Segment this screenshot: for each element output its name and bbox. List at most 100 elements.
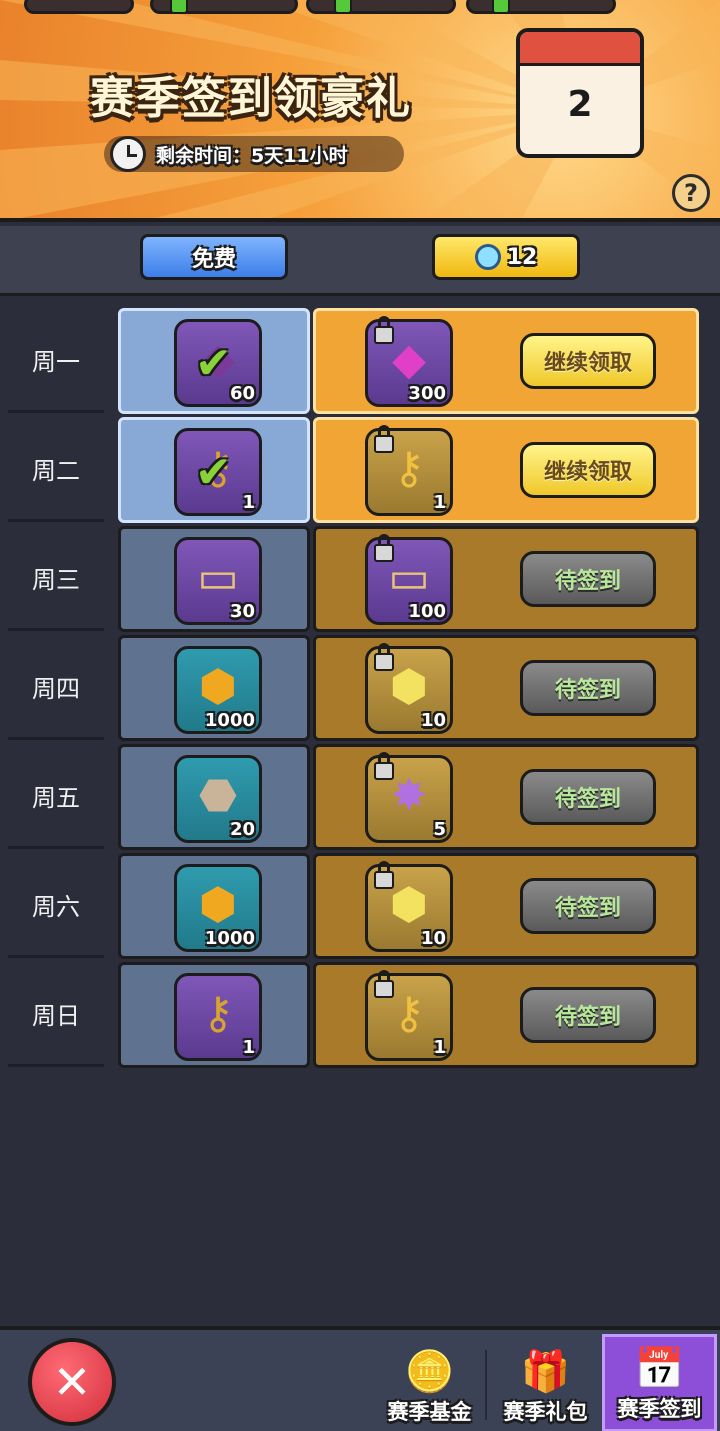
gift-chest-icon: 🎁 (520, 1349, 571, 1395)
free-reward-cell[interactable]: ◆ ✔ 60 (118, 308, 310, 414)
free-reward-qty: 20 (229, 819, 255, 840)
day-label: 周三 (8, 526, 104, 631)
purple-shard-icon: ✸ (390, 769, 428, 821)
yellow-crystal-icon: ⬢ (389, 660, 429, 712)
ticket-icon: ▭ (197, 551, 239, 603)
key-icon: ⚷ (201, 987, 235, 1039)
nav-season-checkin-label: 赛季签到 (617, 1397, 702, 1421)
nav-season-pack-label: 赛季礼包 (503, 1400, 588, 1424)
lock-icon (374, 861, 394, 889)
pending-checkin-button[interactable]: 待签到 (520, 660, 656, 716)
clock-icon (110, 136, 146, 172)
pending-checkin-button[interactable]: 待签到 (520, 987, 656, 1043)
premium-reward-item[interactable]: ⬢ 10 (365, 643, 453, 734)
nav-separator (485, 1350, 487, 1420)
check-icon: ✔ (195, 338, 232, 389)
free-reward-qty: 30 (229, 601, 255, 622)
pending-checkin-button[interactable]: 待签到 (520, 878, 656, 934)
add-resource-icon[interactable] (170, 0, 188, 14)
resource-pill-4 (466, 0, 616, 14)
premium-reward-cell: ⬢ 10 待签到 (313, 853, 699, 959)
pending-checkin-button[interactable]: 待签到 (520, 769, 656, 825)
premium-reward-qty: 100 (408, 601, 446, 622)
free-reward-item[interactable]: ▭ 30 (174, 537, 262, 625)
checkin-row: 周日 ⚷ 1 ⚷ 1 待签到 (0, 962, 720, 1071)
premium-reward-qty: 5 (433, 819, 446, 840)
day-label: 周四 (8, 635, 104, 740)
day-label: 周五 (8, 744, 104, 849)
golden-key-icon: ⚷ (392, 442, 426, 494)
checkin-row: 周五 ⬣ 20 ✸ 5 待签到 (0, 744, 720, 853)
golden-key-icon: ⚷ (392, 987, 426, 1039)
calendar-check-icon: 📅 (634, 1346, 685, 1392)
premium-reward-item[interactable]: ⚷ 1 (365, 425, 453, 516)
lock-icon (374, 534, 394, 562)
premium-reward-cell: ✸ 5 待签到 (313, 744, 699, 850)
free-reward-item[interactable]: ⬢ 1000 (174, 646, 262, 734)
premium-reward-qty: 300 (408, 383, 446, 404)
premium-reward-cell: ⚷ 1 待签到 (313, 962, 699, 1068)
calendar-day-number: 2 (567, 84, 593, 125)
premium-reward-qty: 10 (420, 710, 446, 731)
free-reward-cell[interactable]: ⬢ 1000 (118, 853, 310, 959)
lock-icon (374, 316, 394, 344)
premium-track-badge[interactable]: 12 (432, 234, 580, 280)
checkin-row: 周六 ⬢ 1000 ⬢ 10 待签到 (0, 853, 720, 962)
calendar-top (520, 32, 640, 66)
premium-reward-item[interactable]: ✸ 5 (365, 752, 453, 843)
pink-gem-icon: ◆ (392, 333, 426, 385)
premium-reward-item[interactable]: ⚷ 1 (365, 970, 453, 1061)
premium-reward-item[interactable]: ◆ 300 (365, 316, 453, 407)
free-reward-item[interactable]: ⬣ 20 (174, 755, 262, 843)
free-reward-cell[interactable]: ⚷ ✔ 1 (118, 417, 310, 523)
checkin-row: 周四 ⬢ 1000 ⬢ 10 待签到 (0, 635, 720, 744)
add-resource-icon[interactable] (334, 0, 352, 14)
free-reward-cell[interactable]: ▭ 30 (118, 526, 310, 632)
premium-reward-qty: 1 (433, 1037, 446, 1058)
calendar-day-counter: 2 (516, 28, 644, 158)
gold-coin-icon: ⬢ (198, 878, 238, 930)
reward-track-header: 免费 12 (0, 226, 720, 296)
close-button[interactable]: ✕ (28, 1338, 116, 1426)
free-reward-qty: 1 (242, 1037, 255, 1058)
free-reward-item[interactable]: ◆ ✔ 60 (174, 319, 262, 407)
lock-icon (374, 752, 394, 780)
premium-cost: 12 (506, 244, 538, 270)
premium-reward-qty: 10 (420, 928, 446, 949)
lock-icon (374, 425, 394, 453)
checkin-row: 周一 ◆ ✔ 60 ◆ 300 继续领取 (0, 308, 720, 417)
day-label: 周日 (8, 962, 104, 1067)
nav-season-pack[interactable]: 🎁 赛季礼包 (488, 1334, 603, 1431)
free-reward-item[interactable]: ⬢ 1000 (174, 864, 262, 952)
lock-icon (374, 643, 394, 671)
continue-claim-button[interactable]: 继续领取 (520, 333, 656, 389)
continue-claim-button[interactable]: 继续领取 (520, 442, 656, 498)
remaining-time-text: 剩余时间：5天11小时 (156, 144, 348, 167)
help-button[interactable]: ? (672, 174, 710, 212)
resource-pill-1 (24, 0, 134, 14)
free-reward-item[interactable]: ⚷ 1 (174, 973, 262, 1061)
resource-pill-3 (306, 0, 456, 14)
premium-reward-item[interactable]: ⬢ 10 (365, 861, 453, 952)
check-icon: ✔ (195, 447, 232, 498)
free-reward-cell[interactable]: ⬣ 20 (118, 744, 310, 850)
premium-reward-item[interactable]: ▭ 100 (365, 534, 453, 625)
nav-season-checkin[interactable]: 📅 赛季签到 (602, 1334, 717, 1431)
nav-season-fund[interactable]: 🪙 赛季基金 (372, 1334, 487, 1431)
coin-gem-icon: 🪙 (404, 1349, 455, 1395)
checkin-row: 周二 ⚷ ✔ 1 ⚷ 1 继续领取 (0, 417, 720, 526)
bottom-nav: ✕ 🪙 赛季基金 🎁 赛季礼包 📅 赛季签到 (0, 1326, 720, 1431)
add-resource-icon[interactable] (492, 0, 510, 14)
pending-checkin-button[interactable]: 待签到 (520, 551, 656, 607)
premium-reward-qty: 1 (433, 492, 446, 513)
nav-season-fund-label: 赛季基金 (387, 1400, 472, 1424)
gold-coin-icon: ⬢ (198, 660, 238, 712)
free-reward-qty: 60 (229, 383, 255, 404)
free-reward-item[interactable]: ⚷ ✔ 1 (174, 428, 262, 516)
premium-reward-cell: ◆ 300 继续领取 (313, 308, 699, 414)
yellow-crystal-icon: ⬢ (389, 878, 429, 930)
free-reward-cell[interactable]: ⚷ 1 (118, 962, 310, 1068)
free-reward-cell[interactable]: ⬢ 1000 (118, 635, 310, 741)
checkin-row: 周三 ▭ 30 ▭ 100 待签到 (0, 526, 720, 635)
ticket-icon: ▭ (388, 551, 430, 603)
